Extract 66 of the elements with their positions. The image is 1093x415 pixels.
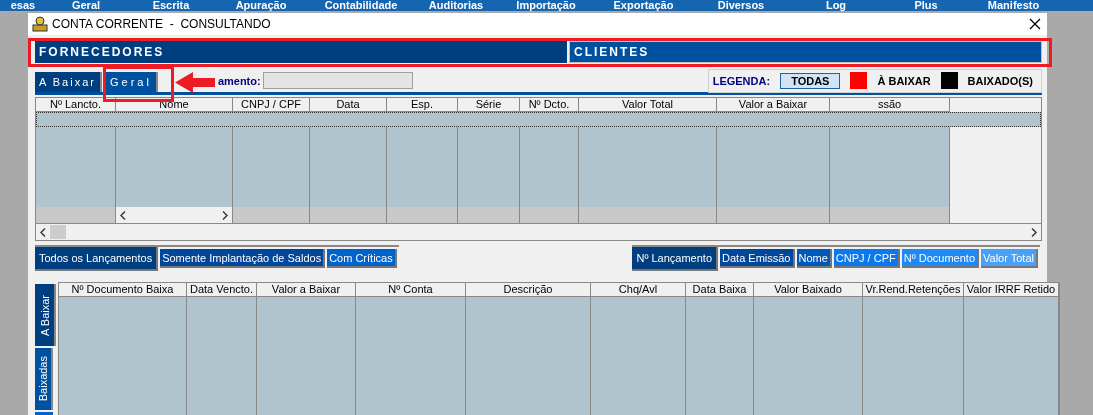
menu-item[interactable]: Escrita — [126, 0, 216, 11]
column-header[interactable]: Vr.Rend.Retenções — [863, 283, 964, 297]
filter-option[interactable]: Com Críticas — [327, 249, 397, 268]
side-tab[interactable]: A Baixar — [35, 284, 56, 346]
selected-row[interactable] — [36, 112, 1041, 127]
scroll-left-icon[interactable] — [40, 227, 46, 237]
filter-option[interactable]: Somente Implantação de Saldos — [160, 249, 326, 268]
filter-option[interactable]: Todos os Lançamentos — [35, 247, 159, 271]
column-header[interactable]: Esp. — [387, 98, 458, 112]
menu-item[interactable]: Auditorias — [416, 0, 496, 11]
filter-field[interactable] — [262, 72, 413, 89]
sort-option[interactable]: Nº Documento — [901, 249, 980, 268]
scroll-thumb[interactable] — [50, 225, 66, 239]
column-header[interactable]: Descrição — [466, 283, 591, 297]
all-button[interactable]: TODAS — [780, 72, 841, 89]
scroll-right-icon[interactable] — [222, 210, 228, 220]
window-title: CONTA CORRENTE - CONSULTANDO — [52, 17, 272, 31]
side-tab[interactable]: Baixadas — [35, 348, 53, 410]
menu-item[interactable]: Exportação — [596, 0, 691, 11]
menu-item[interactable]: Plus — [881, 0, 971, 11]
menu-item[interactable]: Apuração — [216, 0, 306, 11]
footer-cell — [458, 207, 520, 223]
column-header[interactable]: CNPJ / CPF — [233, 98, 310, 112]
menu-item[interactable]: Importação — [496, 0, 596, 11]
sort-option[interactable]: Nome — [796, 249, 832, 268]
view-tab[interactable]: Geral — [105, 72, 158, 92]
column-header[interactable]: Nº Dcto. — [520, 98, 579, 112]
column-header[interactable]: Valor a Baixar — [257, 283, 356, 297]
column-header[interactable]: Série — [458, 98, 520, 112]
column-header[interactable]: Valor a Baixar — [717, 98, 830, 112]
app-icon — [32, 16, 48, 32]
legend-label: BAIXADO(S) — [967, 74, 1033, 87]
menu-item[interactable]: esas — [0, 0, 46, 11]
sort-option[interactable]: Nº Lançamento — [632, 247, 718, 271]
legend-title: LEGENDA: — [712, 74, 771, 87]
menu-item[interactable]: Diversos — [691, 0, 791, 11]
sort-option[interactable]: Data Emissão — [720, 249, 795, 268]
column-header[interactable]: Data Vencto. — [187, 283, 257, 297]
column-header[interactable]: Nº Lancto. — [36, 98, 116, 112]
scroll-right-icon[interactable] — [1031, 227, 1037, 237]
scroll-left-icon[interactable] — [120, 210, 126, 220]
arrow-icon — [175, 72, 215, 93]
party-tab[interactable]: FORNECEDORES — [35, 41, 567, 63]
close-icon[interactable] — [1029, 18, 1041, 30]
footer-cell — [520, 207, 579, 223]
column-header[interactable]: Valor Baixado — [754, 283, 863, 297]
column-header[interactable]: Chq/Avl — [591, 283, 686, 297]
footer-cell — [387, 207, 458, 223]
menu-item[interactable]: Manifesto — [971, 0, 1056, 11]
menu-item[interactable]: Geral — [46, 0, 126, 11]
column-header[interactable]: Valor IRRF Retido — [964, 283, 1059, 297]
column-header[interactable]: Data — [310, 98, 387, 112]
menu-item[interactable]: Log — [791, 0, 881, 11]
view-tab[interactable]: A Baixar — [35, 72, 102, 92]
party-tab[interactable]: CLIENTES — [569, 41, 1042, 63]
column-header[interactable]: Data Baixa — [686, 283, 754, 297]
column-header[interactable]: Nº Conta — [356, 283, 466, 297]
column-header[interactable]: ssão — [830, 98, 950, 112]
menu-item[interactable]: Contabilidade — [306, 0, 416, 11]
horizontal-scrollbar[interactable] — [35, 224, 1042, 241]
sort-option[interactable]: CNPJ / CPF — [833, 249, 900, 268]
legend-label: À BAIXAR — [877, 74, 931, 87]
column-header[interactable]: Valor Total — [579, 98, 717, 112]
column-header[interactable]: Nº Documento Baixa — [59, 283, 187, 297]
data-grid[interactable]: Nº Documento Baixa Data Vencto. Valor a Baixar Nº Conta Descrição Chq/Avl Data Baixa Valor Baixado Vr.Rend.Retenções Valor IRRF Retido — [58, 282, 1060, 415]
filter-label: amento: — [217, 74, 261, 87]
